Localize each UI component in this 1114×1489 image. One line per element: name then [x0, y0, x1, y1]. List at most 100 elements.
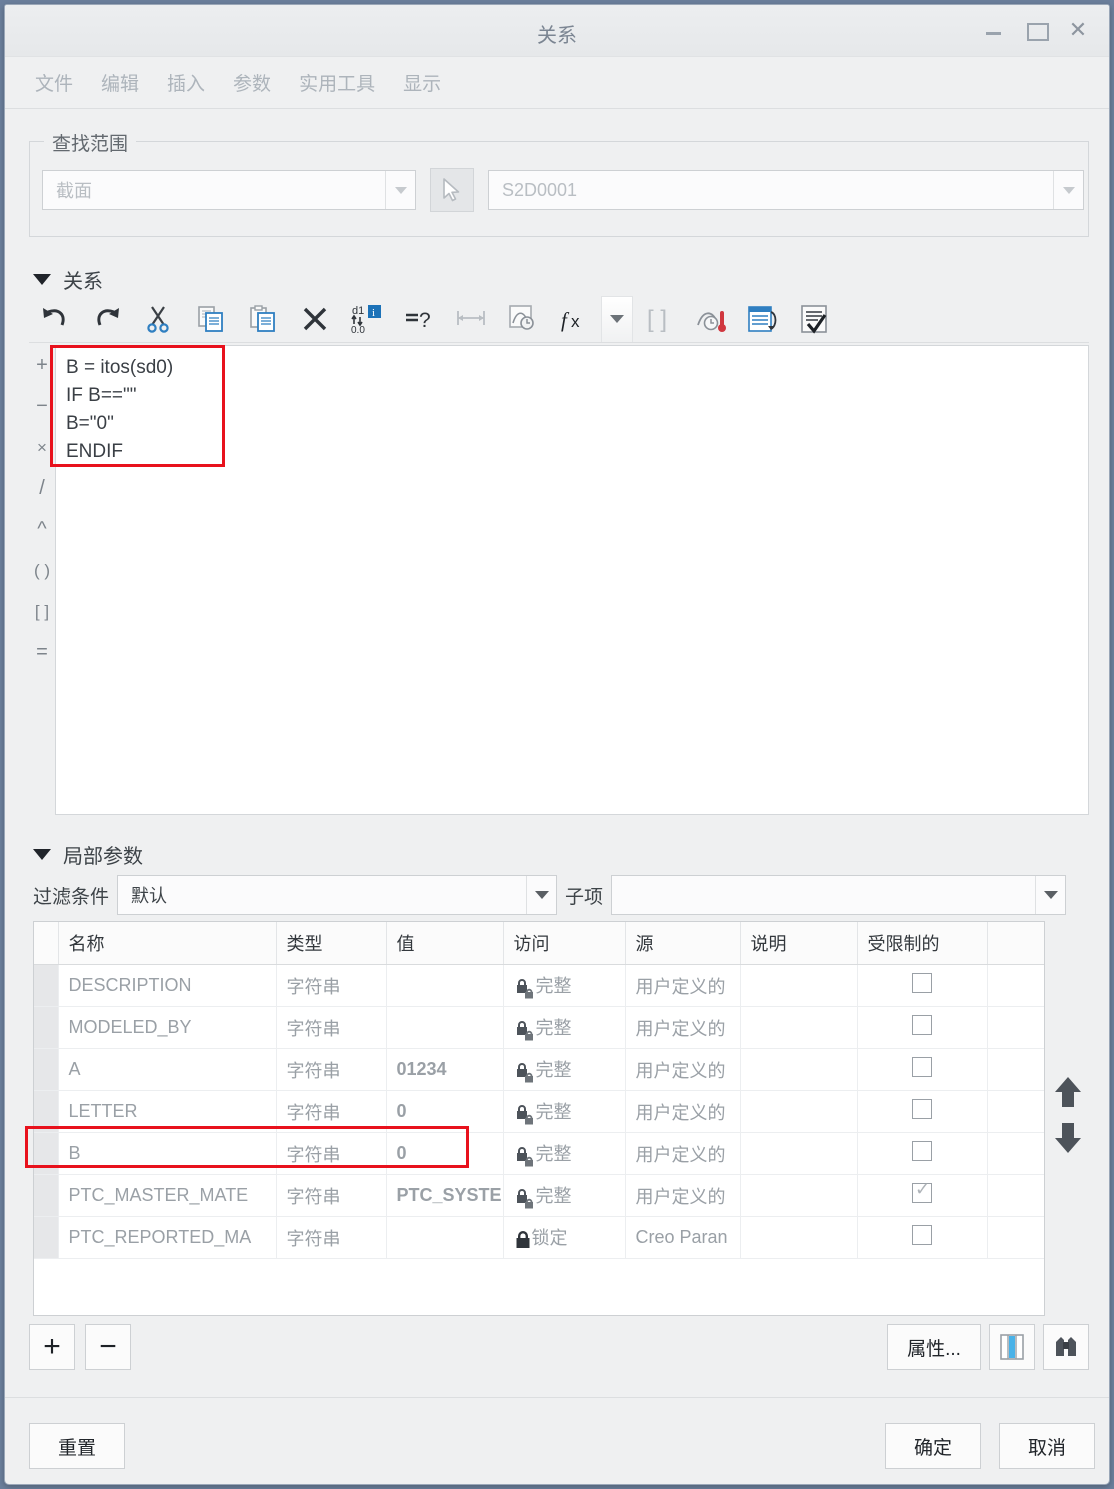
chevron-down-icon[interactable]: [1053, 171, 1083, 209]
restricted-checkbox[interactable]: [912, 1179, 932, 1203]
col-header-restricted[interactable]: 受限制的: [857, 922, 988, 965]
cell-name[interactable]: PTC_REPORTED_MA: [58, 1216, 277, 1259]
column-settings-button[interactable]: [989, 1324, 1035, 1370]
col-header-name[interactable]: 名称: [58, 922, 277, 965]
cell-access[interactable]: 完整: [503, 1090, 626, 1133]
cell-description[interactable]: [740, 1216, 858, 1259]
brackets-button[interactable]: [ ]: [633, 296, 685, 342]
cell-value[interactable]: 0: [386, 1090, 504, 1133]
row-grip[interactable]: [34, 964, 59, 1007]
restricted-checkbox[interactable]: [912, 1015, 932, 1035]
cell-type[interactable]: 字符串: [276, 1132, 387, 1175]
remove-param-button[interactable]: −: [85, 1324, 131, 1370]
paste-button[interactable]: [237, 296, 289, 342]
table-row[interactable]: PTC_REPORTED_MA 字符串 锁定 Creo Paran: [34, 1216, 1044, 1259]
row-grip[interactable]: [34, 1216, 59, 1259]
cell-description[interactable]: [740, 1048, 858, 1091]
restricted-checkbox[interactable]: [912, 973, 932, 993]
menu-item-edit[interactable]: 编辑: [87, 63, 153, 102]
chevron-down-icon[interactable]: [1035, 876, 1065, 914]
relations-section-header[interactable]: 关系: [33, 265, 103, 294]
cancel-button[interactable]: 取消: [999, 1423, 1095, 1469]
reset-button[interactable]: 重置: [29, 1423, 125, 1469]
cell-access[interactable]: 完整: [503, 1174, 626, 1217]
operator-multiply[interactable]: ×: [37, 427, 47, 468]
operator-divide[interactable]: /: [39, 468, 45, 509]
cell-name[interactable]: A: [58, 1048, 277, 1091]
restricted-checkbox[interactable]: [912, 1225, 932, 1245]
units-tool-button[interactable]: [685, 296, 737, 342]
col-header-type[interactable]: 类型: [276, 922, 387, 965]
arrow-down-icon[interactable]: [1053, 1121, 1083, 1155]
cell-name[interactable]: LETTER: [58, 1090, 277, 1133]
cell-type[interactable]: 字符串: [276, 1174, 387, 1217]
minimize-icon[interactable]: [981, 17, 1007, 43]
cell-access[interactable]: 完整: [503, 1048, 626, 1091]
local-params-section-header[interactable]: 局部参数: [33, 840, 143, 869]
chevron-down-icon[interactable]: [610, 315, 624, 323]
cell-restricted[interactable]: [857, 1216, 988, 1259]
cell-value[interactable]: [386, 1006, 504, 1049]
cell-access[interactable]: 完整: [503, 1006, 626, 1049]
cell-access[interactable]: 锁定: [503, 1216, 626, 1259]
menu-item-params[interactable]: 参数: [219, 63, 285, 102]
ok-button[interactable]: 确定: [885, 1423, 981, 1469]
add-param-button[interactable]: +: [29, 1324, 75, 1370]
chevron-down-icon[interactable]: [526, 876, 556, 914]
arrow-up-icon[interactable]: [1053, 1075, 1083, 1109]
function-button[interactable]: f x: [549, 296, 601, 342]
cell-name[interactable]: MODELED_BY: [58, 1006, 277, 1049]
copy-button[interactable]: [185, 296, 237, 342]
chevron-down-icon[interactable]: [385, 171, 415, 209]
collapse-triangle-icon[interactable]: [33, 274, 51, 285]
cell-name[interactable]: DESCRIPTION: [58, 964, 277, 1007]
cell-value[interactable]: 0: [386, 1132, 504, 1175]
table-row[interactable]: LETTER 字符串 0 完整 用户定义的: [34, 1090, 1044, 1133]
row-grip[interactable]: [34, 1132, 59, 1175]
cell-restricted[interactable]: [857, 1048, 988, 1091]
col-header-value[interactable]: 值: [386, 922, 504, 965]
cell-value[interactable]: 01234: [386, 1048, 504, 1091]
cell-value[interactable]: [386, 964, 504, 1007]
params-table-button[interactable]: [737, 296, 789, 342]
relations-editor[interactable]: B = itos(sd0) IF B=="" B="0" ENDIF: [55, 345, 1089, 815]
sketch-units-button[interactable]: [497, 296, 549, 342]
menu-item-file[interactable]: 文件: [21, 63, 87, 102]
row-grip[interactable]: [34, 1048, 59, 1091]
collapse-triangle-icon[interactable]: [33, 849, 51, 860]
operator-power[interactable]: ^: [37, 509, 46, 550]
cell-type[interactable]: 字符串: [276, 1048, 387, 1091]
cell-value[interactable]: [386, 1216, 504, 1259]
scope-type-combo[interactable]: 截面: [42, 170, 416, 210]
col-header-description[interactable]: 说明: [740, 922, 858, 965]
cell-description[interactable]: [740, 1006, 858, 1049]
cell-description[interactable]: [740, 1132, 858, 1175]
row-grip[interactable]: [34, 1090, 59, 1133]
restricted-checkbox[interactable]: [912, 1057, 932, 1077]
cell-name[interactable]: B: [58, 1132, 277, 1175]
redo-button[interactable]: [81, 296, 133, 342]
maximize-icon[interactable]: [1023, 17, 1049, 43]
cell-description[interactable]: [740, 1174, 858, 1217]
cell-restricted[interactable]: [857, 1132, 988, 1175]
cell-name[interactable]: PTC_MASTER_MATE: [58, 1174, 277, 1217]
pick-selection-button[interactable]: [430, 168, 474, 212]
operator-minus[interactable]: −: [36, 386, 48, 427]
dimension-button[interactable]: [445, 296, 497, 342]
cell-type[interactable]: 字符串: [276, 1006, 387, 1049]
cut-button[interactable]: [133, 296, 185, 342]
cell-description[interactable]: [740, 964, 858, 1007]
menu-item-utilities[interactable]: 实用工具: [285, 63, 389, 102]
operator-parens[interactable]: ( ): [34, 550, 50, 591]
scope-selection-combo[interactable]: S2D0001: [488, 170, 1084, 210]
col-header-access[interactable]: 访问: [503, 922, 626, 965]
filter-combo[interactable]: 默认: [117, 875, 558, 915]
child-combo[interactable]: [611, 875, 1067, 915]
restricted-checkbox[interactable]: [912, 1141, 932, 1161]
cell-access[interactable]: 完整: [503, 964, 626, 1007]
table-row[interactable]: B 字符串 0 完整 用户定义的: [34, 1132, 1044, 1175]
table-row[interactable]: PTC_MASTER_MATE 字符串 PTC_SYSTE 完整 用户定义的: [34, 1174, 1044, 1217]
row-grip[interactable]: [34, 1006, 59, 1049]
cell-restricted[interactable]: [857, 964, 988, 1007]
operator-plus[interactable]: +: [36, 345, 48, 386]
